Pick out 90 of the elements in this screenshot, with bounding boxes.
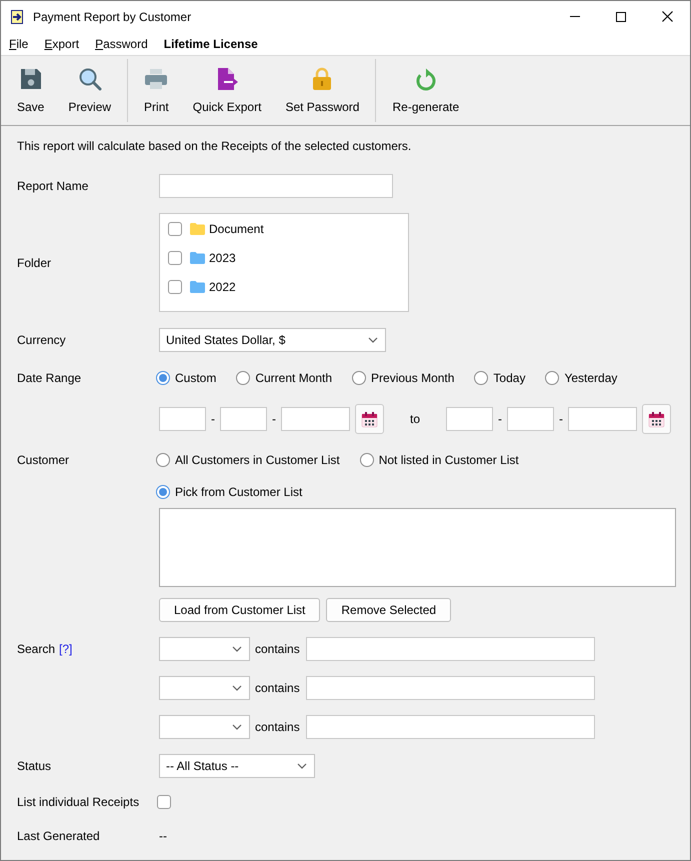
field-dropdown[interactable] [159, 676, 250, 700]
chevron-down-icon [368, 337, 378, 343]
field-label: Report Name [17, 179, 88, 193]
menu-item[interactable]: Password [87, 36, 156, 52]
checkbox[interactable] [168, 250, 182, 264]
date-field[interactable] [507, 407, 554, 431]
calendar-icon [361, 410, 378, 428]
save-button[interactable]: Save [7, 56, 54, 125]
date-field[interactable] [220, 407, 267, 431]
printer-icon [144, 67, 168, 91]
radio-button[interactable] [545, 371, 560, 385]
folder-name: 2023 [209, 250, 236, 264]
date-field[interactable] [159, 407, 206, 431]
option-label: Custom [175, 371, 216, 385]
chevron-down-icon [232, 685, 242, 691]
field-dropdown[interactable] [159, 715, 250, 739]
currency-dropdown[interactable]: United States Dollar, $ [159, 328, 386, 352]
radio-button[interactable] [352, 371, 366, 385]
field-label: Currency [17, 333, 66, 347]
preview-button[interactable]: Preview [58, 56, 122, 125]
field-label: Folder [17, 256, 52, 270]
regenerate-button[interactable]: Re-generate [382, 56, 470, 125]
minimize-icon [570, 16, 580, 17]
radio-button[interactable] [156, 371, 170, 385]
calendar-button[interactable] [642, 404, 672, 434]
search-field[interactable] [306, 676, 595, 700]
folder-name: Document [209, 222, 264, 236]
remove-selected-button[interactable]: Remove Selected [326, 598, 452, 622]
window-title: Payment Report by Customer [33, 10, 192, 24]
option-label: Today [493, 371, 526, 385]
quick-export-button[interactable]: Quick Export [182, 56, 272, 125]
report-name-field[interactable] [159, 174, 393, 198]
option-label: All Customers in Customer List [175, 453, 340, 467]
operator-label: contains [255, 642, 300, 656]
chevron-down-icon [232, 724, 242, 730]
radio-button[interactable] [474, 371, 488, 385]
last-generated-value: -- [159, 829, 167, 843]
field-label: Status [17, 759, 52, 773]
chevron-down-icon [232, 646, 242, 652]
field-label: Last Generated [17, 829, 100, 843]
field-dropdown[interactable] [159, 637, 250, 661]
date-separator: - [271, 412, 277, 426]
status-dropdown[interactable]: -- All Status -- [159, 754, 315, 778]
radio-button[interactable] [156, 485, 170, 499]
document-arrow-icon [215, 67, 240, 91]
app-icon [10, 10, 24, 24]
close-icon [662, 11, 672, 22]
magnifier-icon [78, 67, 102, 91]
menu-item[interactable]: Export [36, 36, 88, 52]
field-label: Date Range [17, 371, 82, 385]
date-separator: - [497, 412, 504, 426]
folder-list[interactable]: Document 2023 2022 [159, 213, 409, 312]
chevron-down-icon [297, 763, 307, 769]
description-text: This report will calculate based on the Receipts of the selected customers. [17, 138, 412, 154]
date-separator: - [558, 412, 564, 426]
date-field[interactable] [281, 407, 350, 431]
field-label: List individual Receipts [17, 795, 140, 809]
date-field[interactable] [568, 407, 638, 431]
field-label: Customer [17, 453, 70, 467]
operator-label: contains [255, 720, 300, 734]
maximize-icon [616, 12, 626, 22]
set-password-button[interactable]: Set Password [275, 56, 370, 125]
menu-item[interactable]: File [1, 36, 36, 52]
radio-button[interactable] [156, 453, 170, 467]
range-label: to [410, 412, 420, 426]
date-separator: - [210, 412, 216, 426]
option-label: Yesterday [564, 371, 618, 385]
customer-list[interactable] [159, 508, 676, 587]
option-label: Current Month [255, 371, 332, 385]
radio-button[interactable] [360, 453, 374, 467]
checkbox[interactable] [168, 222, 182, 236]
search-field[interactable] [306, 715, 595, 739]
date-field[interactable] [446, 407, 494, 431]
calendar-button[interactable] [355, 404, 384, 434]
checkbox[interactable] [168, 280, 182, 294]
circular-arrow-icon [414, 67, 438, 91]
folder-name: 2022 [209, 280, 236, 294]
option-label: Not listed in Customer List [378, 453, 519, 467]
radio-button[interactable] [236, 371, 250, 385]
checkbox[interactable] [157, 795, 171, 809]
print-button[interactable]: Print [134, 56, 179, 125]
calendar-icon [648, 410, 666, 428]
operator-label: contains [255, 681, 300, 695]
menu-item[interactable]: Lifetime License [156, 36, 266, 52]
search-field[interactable] [306, 637, 595, 661]
option-label: Pick from Customer List [175, 485, 302, 499]
option-label: Previous Month [371, 371, 454, 385]
help-link[interactable]: [?] [59, 642, 72, 656]
load-list-button[interactable]: Load from Customer List [159, 598, 320, 622]
field-label: Search [17, 642, 56, 656]
